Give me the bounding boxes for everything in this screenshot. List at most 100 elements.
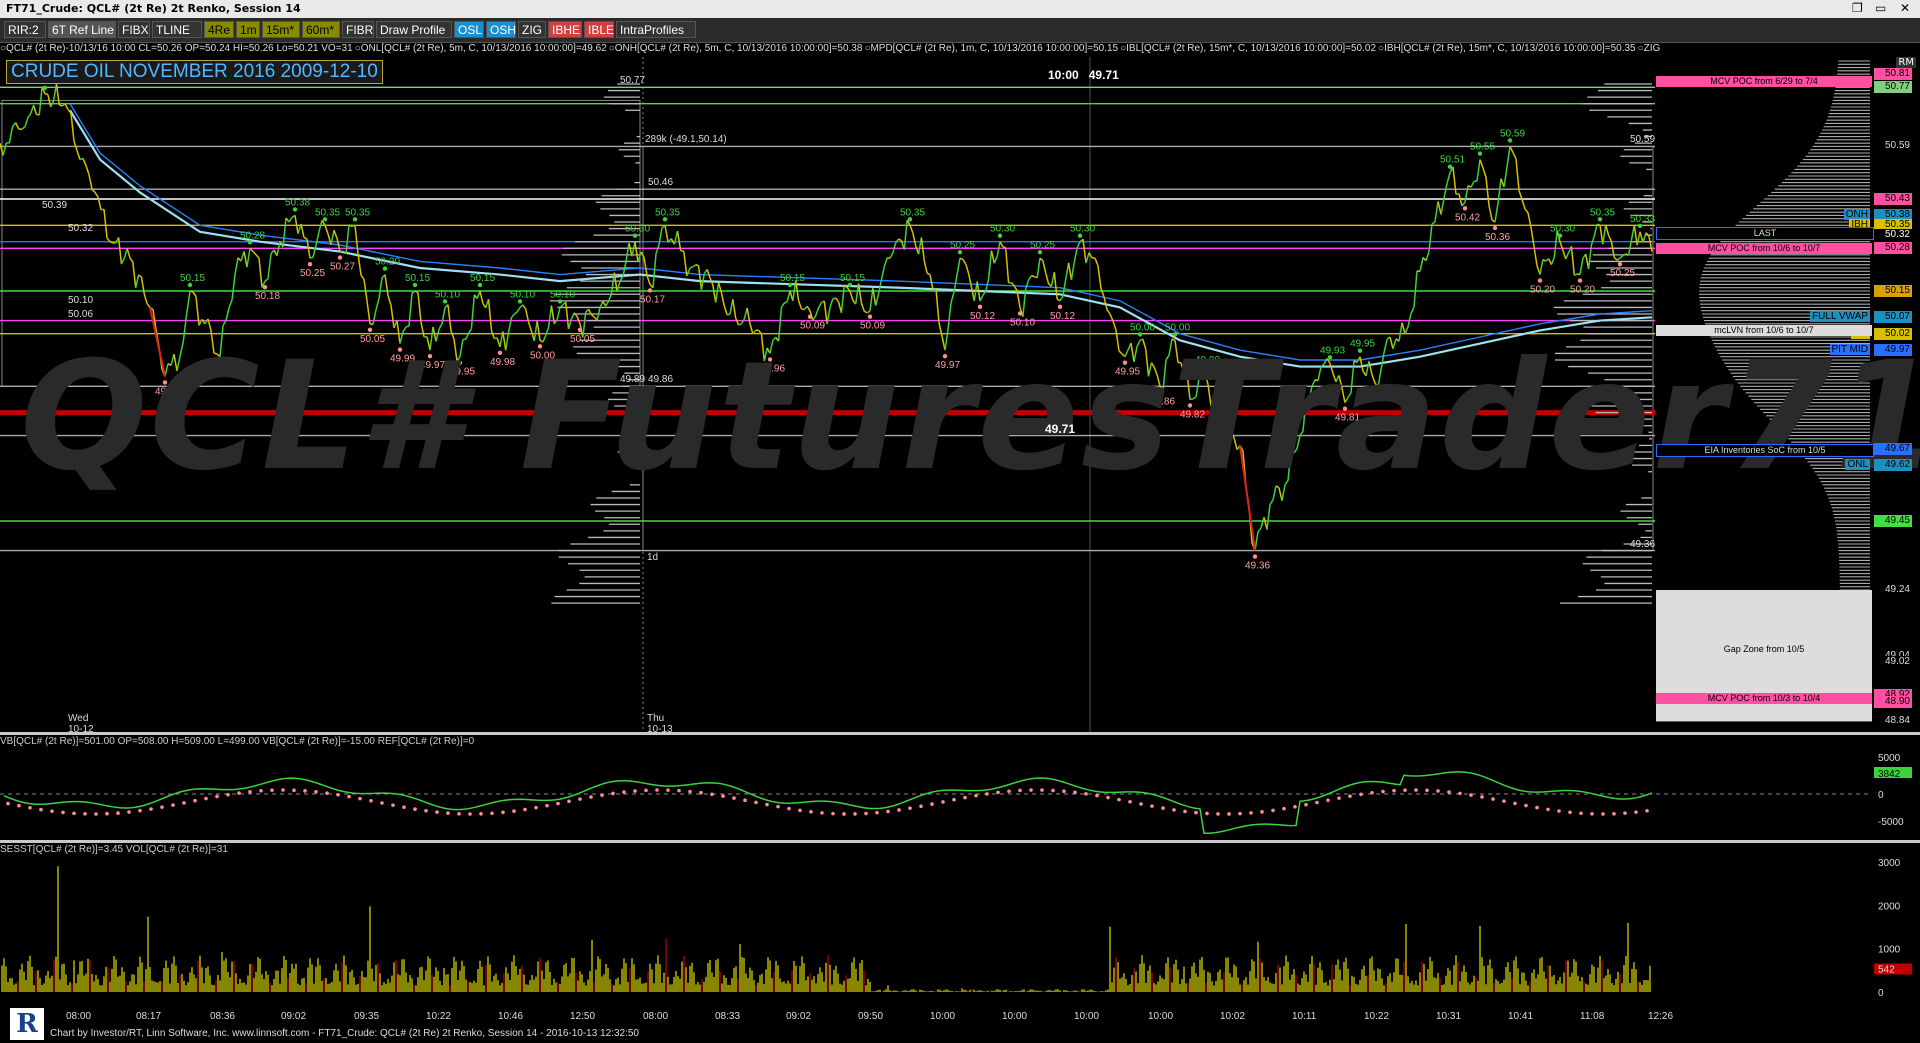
vb-marker <box>688 789 692 794</box>
time-axis-tick: 08:00 <box>66 1011 92 1022</box>
toolbar-button-6t-ref-line[interactable]: 6T Ref Line <box>48 21 116 38</box>
pane-separator[interactable] <box>0 840 1920 843</box>
vb-marker <box>666 788 670 792</box>
vb-marker <box>798 808 802 813</box>
vb-marker <box>886 809 890 814</box>
footer-caption: Chart by Investor/RT, Linn Software, Inc… <box>50 1028 639 1039</box>
vb-marker <box>776 804 780 809</box>
reference-zone-label: mcLVN from 10/6 to 10/7 <box>1656 325 1872 337</box>
vb-marker <box>974 793 978 798</box>
vb-axis-tick: 0 <box>1878 790 1884 801</box>
swing-label: 50.35 <box>315 207 340 218</box>
toolbar-button-60m-[interactable]: 60m* <box>302 21 340 38</box>
vb-marker <box>1326 798 1330 803</box>
vb-marker <box>413 807 417 811</box>
reference-zone-label: MCV POC from 10/3 to 10/4 <box>1656 693 1872 705</box>
vb-marker <box>875 810 879 815</box>
vb-marker <box>347 794 351 799</box>
vb-marker <box>1293 804 1297 809</box>
toolbar-button-osh[interactable]: OSH <box>486 21 516 38</box>
vb-line <box>3 771 1653 834</box>
toolbar-button-ible[interactable]: IBLE <box>584 21 614 38</box>
vb-marker <box>369 799 373 803</box>
indicator-readout[interactable]: ○IBL[QCL# (2t Re), 15m*, C, 10/13/2016 1… <box>1120 43 1376 54</box>
indicator-readout[interactable]: ○QCL# (2t Re)-10/13/16 10:00 CL=50.26 OP… <box>0 43 353 54</box>
toolbar-button-intraprofiles[interactable]: IntraProfiles <box>616 21 696 38</box>
toolbar-button-fibx[interactable]: FIBX <box>118 21 150 38</box>
chart-annotation: 50.59 <box>1630 134 1656 146</box>
toolbar-button-tline[interactable]: TLINE <box>152 21 202 38</box>
toolbar-button-fibr[interactable]: FIBR <box>342 21 374 38</box>
vb-marker <box>677 788 681 793</box>
vb-marker <box>358 796 362 801</box>
pane-separator[interactable] <box>0 732 1920 735</box>
vb-marker <box>1084 792 1088 796</box>
vb-marker <box>1480 795 1484 799</box>
swing-label: 50.15 <box>180 273 205 284</box>
vb-marker <box>1601 812 1605 816</box>
volume-balance-pane[interactable]: 5000 3842 0 -5000 <box>0 749 1920 839</box>
vb-marker <box>1315 800 1319 805</box>
volume-pane-header: SESST[QCL# (2t Re)]=3.45 VOL[QCL# (2t Re… <box>0 844 1920 857</box>
toolbar-button-4re[interactable]: 4Re <box>204 21 234 38</box>
close-icon[interactable]: ✕ <box>1900 1 1910 15</box>
price-axis-tag: 49.02 <box>1874 656 1912 669</box>
indicator-readout[interactable]: ○ONH[QCL# (2t Re), 5m, C, 10/13/2016 10:… <box>609 43 863 54</box>
vb-marker <box>435 810 439 814</box>
toolbar-button-ibhe[interactable]: IBHE <box>548 21 582 38</box>
indicator-readout[interactable]: ○MPD[QCL# (2t Re), 1m, C, 10/13/2016 10:… <box>864 43 1118 54</box>
vb-marker <box>17 803 21 808</box>
toolbar-button-osl[interactable]: OSL <box>454 21 484 38</box>
minimize-icon[interactable]: ▭ <box>1875 1 1886 15</box>
vb-marker <box>941 800 945 804</box>
vb-marker <box>1249 811 1253 815</box>
vb-marker <box>743 798 747 803</box>
volume-pane[interactable]: 3000 2000 1000 542 0 <box>0 857 1920 1007</box>
vb-marker <box>600 793 604 797</box>
vb-marker <box>908 806 912 810</box>
level-side-label: PIT MID <box>1829 344 1870 356</box>
vb-axis-tick: 3842 <box>1878 769 1901 780</box>
vb-marker <box>259 788 263 793</box>
vb-marker <box>1458 791 1462 796</box>
vb-marker <box>336 792 340 797</box>
vb-marker <box>1623 811 1627 815</box>
toolbar-button-rir-2[interactable]: RIR:2 <box>4 21 46 38</box>
swing-label: 50.10 <box>1010 317 1035 328</box>
swing-label: 49.36 <box>1245 561 1270 572</box>
toolbar: RIR:2 6T Ref Line FIBX TLINE 4Re 1m 15m* 60m* FI… <box>0 18 1920 43</box>
chart-annotation: 49.86 <box>648 374 674 386</box>
vb-marker <box>479 812 483 816</box>
swing-marker <box>647 288 653 293</box>
swing-label: 50.33 <box>1630 214 1655 225</box>
swing-marker <box>1492 225 1498 231</box>
indicator-readout[interactable]: ○IBH[QCL# (2t Re), 15m*, C, 10/13/2016 1… <box>1378 43 1636 54</box>
price-axis-tag: 50.77 <box>1874 81 1912 94</box>
chart-annotation: 50.77 <box>620 75 646 87</box>
level-side-label: ONL <box>1845 459 1870 471</box>
time-axis-tick: 08:17 <box>136 1011 162 1022</box>
time-axis-tick: 10:00 <box>1074 1011 1100 1022</box>
chart-annotation: 1d <box>647 551 659 563</box>
swing-label: 50.38 <box>285 197 310 208</box>
vb-marker <box>1513 801 1517 806</box>
indicator-readout[interactable]: ○ZIG <box>1638 43 1661 54</box>
vb-marker <box>72 811 76 816</box>
time-axis-tick: 09:02 <box>281 1011 307 1022</box>
vb-marker <box>1106 795 1110 800</box>
toolbar-button-1m[interactable]: 1m <box>236 21 260 38</box>
swing-label: 50.12 <box>970 311 995 322</box>
vb-marker <box>765 802 769 807</box>
toolbar-button-draw-profile[interactable]: Draw Profile <box>376 21 452 38</box>
vb-marker <box>204 796 208 801</box>
restore-icon[interactable]: ❐ <box>1852 1 1863 15</box>
time-axis-tick: 12:26 <box>1648 1011 1674 1022</box>
vb-marker <box>644 788 648 793</box>
price-axis-tag: 50.81 <box>1874 68 1912 81</box>
indicator-readout[interactable]: ○ONL[QCL# (2t Re), 5m, C, 10/13/2016 10:… <box>355 43 607 54</box>
toolbar-button-15m-[interactable]: 15m* <box>262 21 300 38</box>
vb-marker <box>1634 810 1638 814</box>
time-axis-tick: 10:46 <box>498 1011 524 1022</box>
toolbar-button-zig[interactable]: ZIG <box>518 21 546 38</box>
swing-label: 50.20 <box>375 257 400 268</box>
